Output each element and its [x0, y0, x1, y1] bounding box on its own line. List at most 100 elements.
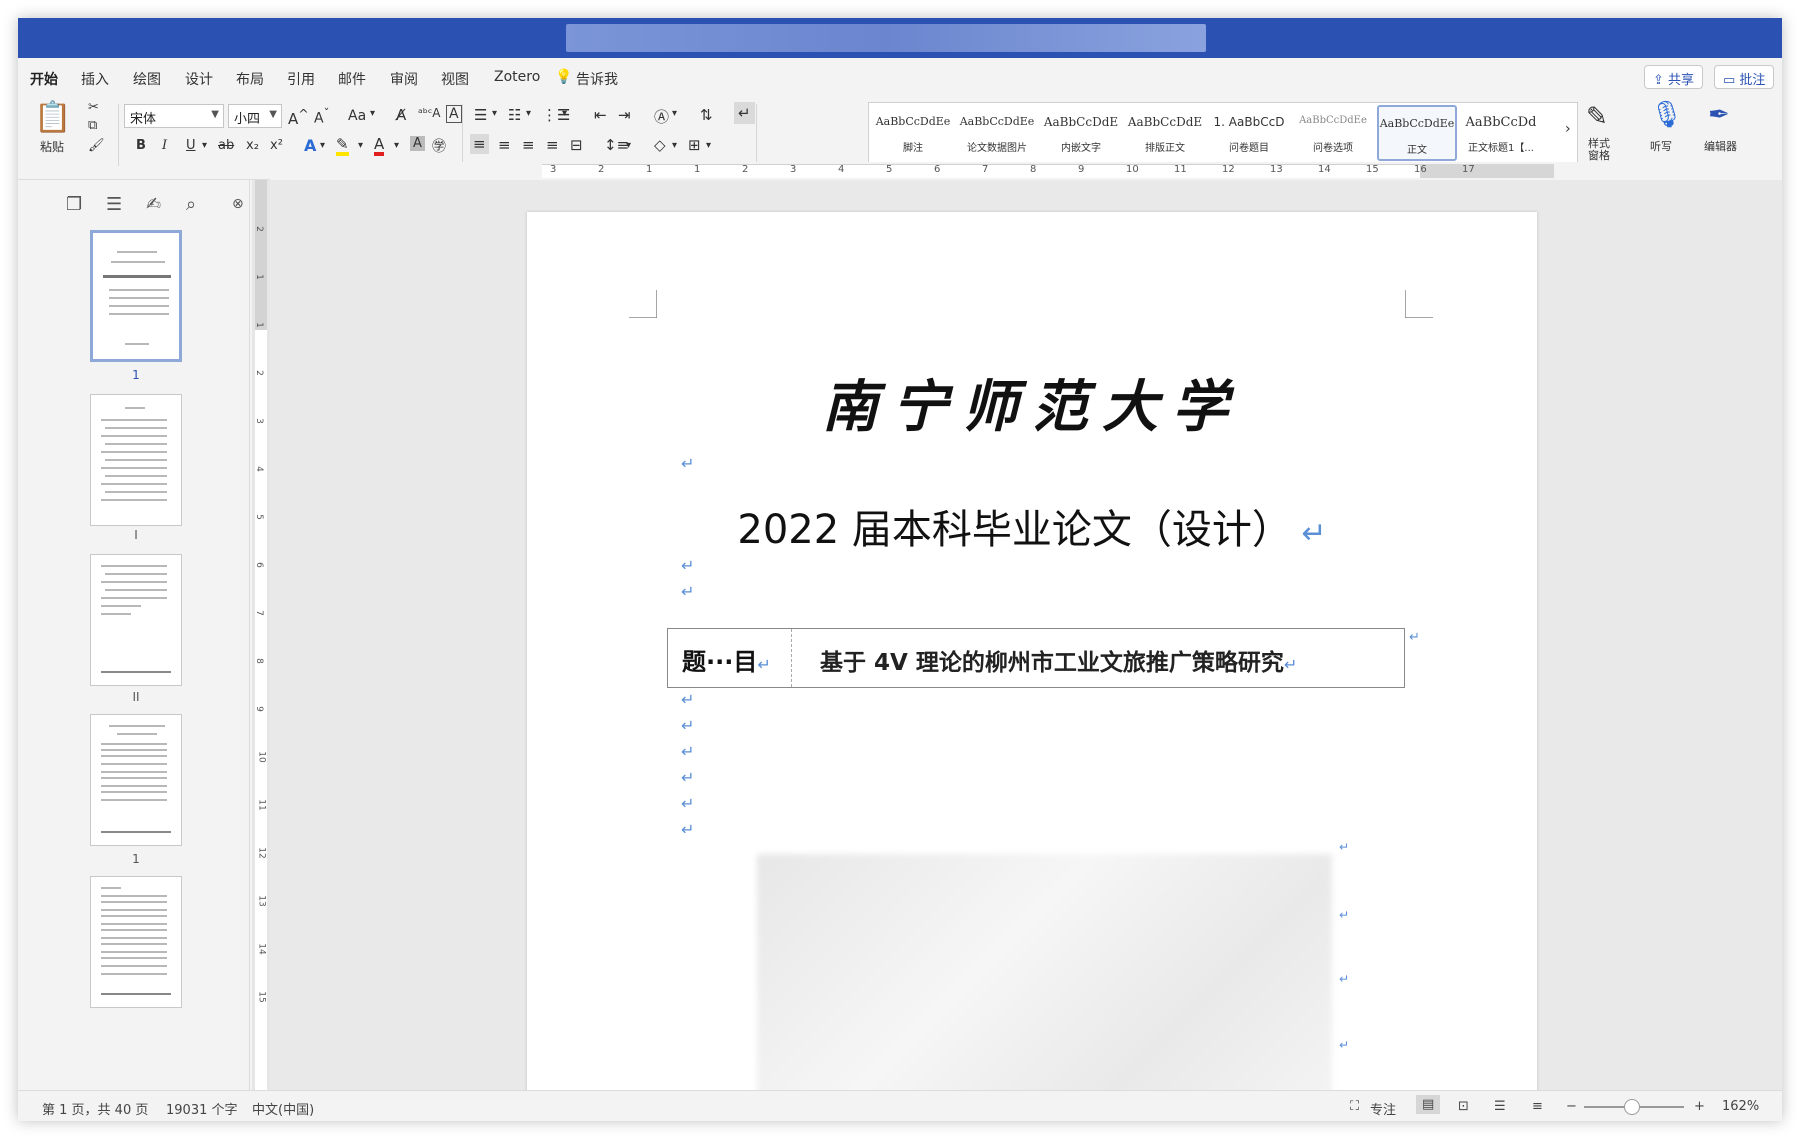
comments-button[interactable]: ▭ 批注: [1714, 65, 1775, 89]
zoom-in-icon[interactable]: +: [1694, 1099, 1705, 1114]
format-painter-icon[interactable]: 🖌: [88, 138, 105, 153]
grow-font-icon[interactable]: A^: [288, 106, 309, 128]
style-item[interactable]: AaBbCcDdEe 脚注: [873, 105, 953, 161]
italic-button[interactable]: I: [162, 138, 167, 153]
page-thumbnail[interactable]: [90, 876, 182, 1008]
word-count[interactable]: 19031 个字: [166, 1099, 238, 1118]
tab-zotero[interactable]: Zotero: [494, 69, 540, 85]
numbering-icon[interactable]: ☷: [508, 106, 521, 124]
bullets-icon[interactable]: ☰: [474, 106, 487, 124]
char-shading-icon[interactable]: A: [410, 136, 425, 151]
align-left-icon[interactable]: ≡: [470, 134, 489, 154]
zoom-slider-thumb[interactable]: [1624, 1099, 1640, 1115]
outline-icon[interactable]: ☰: [106, 194, 122, 215]
strikethrough-button[interactable]: ab: [218, 138, 234, 153]
style-item[interactable]: AaBbCcDdE 内嵌文字: [1041, 105, 1121, 161]
tab-design[interactable]: 设计: [185, 69, 213, 89]
share-button[interactable]: ⇪ 共享: [1644, 65, 1704, 89]
copy-icon[interactable]: ⧉: [88, 118, 97, 133]
tell-me-search[interactable]: 告诉我: [576, 69, 618, 89]
enclose-char-icon[interactable]: ㊫: [432, 136, 446, 156]
draft-view-icon[interactable]: ≡: [1532, 1099, 1543, 1114]
style-item[interactable]: AaBbCcDdEe 问卷选项: [1293, 105, 1373, 161]
tab-view[interactable]: 视图: [441, 69, 469, 89]
chevron-down-icon[interactable]: ▾: [320, 140, 325, 151]
tab-layout[interactable]: 布局: [236, 69, 264, 89]
editor-label[interactable]: 编辑器: [1704, 138, 1737, 154]
editor-icon[interactable]: ✒: [1708, 100, 1730, 130]
zoom-out-icon[interactable]: −: [1566, 1099, 1577, 1114]
shrink-font-icon[interactable]: Aˇ: [314, 106, 329, 127]
chevron-down-icon[interactable]: ▾: [706, 140, 711, 151]
char-border-icon[interactable]: A: [446, 105, 462, 123]
chevron-down-icon[interactable]: ▾: [370, 108, 375, 119]
text-effects-icon[interactable]: A: [304, 136, 316, 155]
style-item[interactable]: AaBbCcDd 正文标题1【...: [1461, 105, 1541, 161]
page-thumbnail[interactable]: [90, 554, 182, 686]
align-center-icon[interactable]: ≡: [498, 136, 511, 154]
page-thumbnail[interactable]: [90, 230, 182, 362]
borders-icon[interactable]: ⊞: [688, 136, 701, 154]
close-icon[interactable]: ⊗: [232, 196, 244, 212]
styles-pane-icon[interactable]: ✎: [1586, 102, 1608, 132]
document-page[interactable]: 南宁师范大学 ↵ 2022 届本科毕业论文（设计） ↵ ↵ ↵ 题···目↵ 基…: [527, 212, 1537, 1090]
tab-home[interactable]: 开始: [30, 69, 58, 97]
chevron-down-icon[interactable]: ▾: [492, 108, 497, 119]
font-size-select[interactable]: 小四 ▼: [228, 104, 282, 128]
chevron-down-icon[interactable]: ▾: [672, 140, 677, 151]
search-icon[interactable]: ⌕: [186, 194, 196, 215]
zoom-level[interactable]: 162%: [1722, 1099, 1759, 1114]
thumbnails-icon[interactable]: ❐: [66, 194, 82, 215]
paste-label[interactable]: 粘贴: [40, 138, 64, 155]
tab-mailings[interactable]: 邮件: [338, 69, 366, 89]
vertical-ruler[interactable]: 2 1 1 2 3 4 5 6 7 8 9 10 11 12 13 14 15: [252, 180, 270, 1110]
style-item[interactable]: AaBbCcDdEe 论文数据图片: [957, 105, 1037, 161]
page-thumbnail[interactable]: [90, 714, 182, 846]
outline-view-icon[interactable]: ☰: [1494, 1099, 1506, 1114]
subscript-button[interactable]: x₂: [246, 138, 259, 153]
chevron-down-icon[interactable]: ▾: [626, 140, 631, 151]
gallery-more-icon[interactable]: ›: [1565, 121, 1571, 137]
tab-review[interactable]: 审阅: [390, 69, 418, 89]
increase-indent-icon[interactable]: ⇥: [618, 106, 631, 124]
font-color-icon[interactable]: A: [374, 136, 385, 156]
clear-format-icon[interactable]: A̸: [396, 106, 406, 124]
page-thumbnail[interactable]: [90, 394, 182, 526]
web-layout-icon[interactable]: ⊡: [1458, 1099, 1469, 1114]
style-item[interactable]: 1. AaBbCcD 问卷题目: [1209, 105, 1289, 161]
show-marks-icon[interactable]: ↵: [734, 102, 755, 124]
title-label-cell[interactable]: 题···目↵: [668, 629, 792, 687]
document-canvas[interactable]: 南宁师范大学 ↵ 2022 届本科毕业论文（设计） ↵ ↵ ↵ 题···目↵ 基…: [270, 180, 1782, 1090]
title-value-cell[interactable]: 基于 4V 理论的柳州市工业文旅推广策略研究↵: [792, 629, 1404, 687]
tab-insert[interactable]: 插入: [81, 69, 109, 89]
chevron-down-icon[interactable]: ▾: [672, 108, 677, 119]
language[interactable]: 中文(中国): [252, 1099, 314, 1118]
highlight-icon[interactable]: ✎: [336, 136, 349, 156]
decrease-indent-icon[interactable]: ⇤: [594, 106, 607, 124]
tab-references[interactable]: 引用: [287, 69, 315, 89]
style-item[interactable]: AaBbCcDdE 排版正文: [1125, 105, 1205, 161]
font-name-select[interactable]: 宋体 ▼: [124, 104, 224, 128]
sort-icon[interactable]: ⇅: [700, 106, 713, 124]
justify-icon[interactable]: ≡: [546, 136, 559, 154]
align-right-icon[interactable]: ≡: [522, 136, 535, 154]
cut-icon[interactable]: ✂: [88, 100, 99, 115]
print-layout-icon[interactable]: ▤: [1416, 1095, 1441, 1114]
superscript-button[interactable]: x²: [270, 138, 283, 153]
focus-label[interactable]: 专注: [1370, 1099, 1396, 1118]
edit-list-icon[interactable]: ✍: [146, 194, 161, 215]
microphone-icon[interactable]: 🎙: [1650, 100, 1683, 130]
chevron-down-icon[interactable]: ▾: [562, 108, 567, 119]
title-table[interactable]: 题···目↵ 基于 4V 理论的柳州市工业文旅推广策略研究↵: [667, 628, 1405, 688]
horizontal-ruler[interactable]: 3 2 1 1 2 3 4 5 6 7 8 9 10 11 12 13 14 15 16 17: [270, 162, 1782, 180]
chevron-down-icon[interactable]: ▾: [526, 108, 531, 119]
chevron-down-icon[interactable]: ▾: [394, 140, 399, 151]
change-case-button[interactable]: Aa: [348, 108, 366, 124]
chevron-down-icon[interactable]: ▾: [202, 140, 207, 151]
styles-pane-label[interactable]: 样式 窗格: [1588, 138, 1618, 162]
shading-icon[interactable]: ◇: [654, 136, 666, 154]
distributed-icon[interactable]: ⊟: [570, 136, 583, 154]
dictation-label[interactable]: 听写: [1650, 138, 1672, 154]
underline-button[interactable]: U: [186, 138, 196, 153]
style-item-selected[interactable]: AaBbCcDdEe 正文: [1377, 105, 1457, 161]
